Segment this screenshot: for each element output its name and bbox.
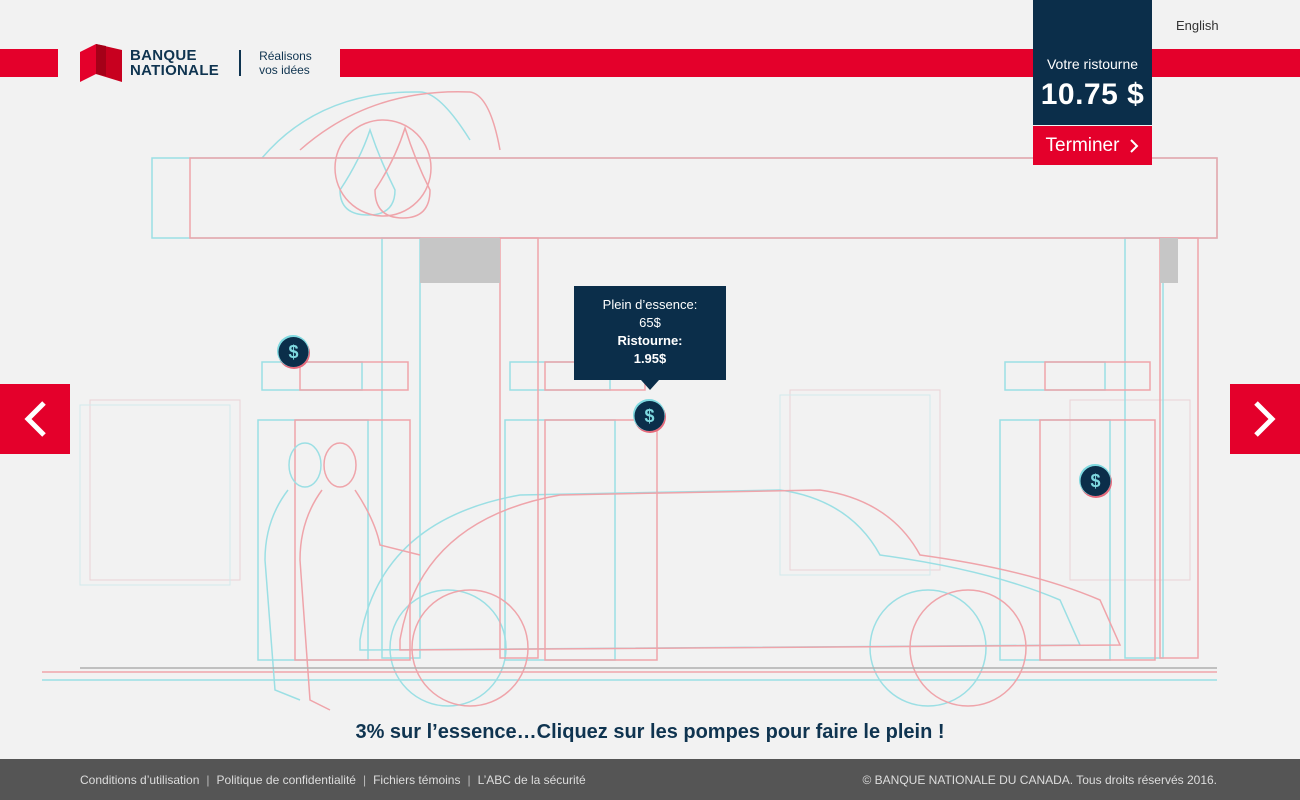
footer-link-privacy[interactable]: Politique de confidentialité [217,773,356,787]
coin-symbol: $ [288,342,298,362]
footer-link-security[interactable]: L’ABC de la sécurité [478,773,586,787]
pump-tooltip: Plein d’essence: 65$ Ristourne: 1.95$ [574,286,726,380]
finish-button-label: Terminer [1045,134,1120,156]
rebate-label: Votre ristourne [1046,56,1139,72]
tooltip-rebate-value: 1.95$ [633,351,667,366]
logo-separator [239,50,242,76]
tooltip-fill-value: 65$ [639,315,661,330]
footer-separator: | [206,773,210,787]
bank-name: BANQUE NATIONALE [130,48,219,78]
tooltip-fill-label: Plein d’essence: [602,297,698,312]
next-slide-button[interactable] [1230,384,1300,454]
tooltip-arrow [641,380,659,390]
header-red-bar-right [340,49,1300,77]
previous-slide-button[interactable] [0,384,70,454]
coin-symbol: $ [644,406,654,426]
bank-name-line2: NATIONALE [130,62,220,79]
chevron-right-icon [1254,401,1276,437]
bank-logo-icon [80,44,122,82]
coin-symbol: $ [1090,471,1100,491]
footer-separator: | [362,773,367,787]
pump-coin-button-2[interactable]: $ [632,398,668,434]
language-link[interactable]: English [1176,18,1219,33]
footer: Conditions d’utilisation | Politique de … [0,759,1300,800]
pump-coin-button-1[interactable]: $ [276,334,312,370]
footer-link-cookies[interactable]: Fichiers témoins [373,773,460,787]
footer-link-terms[interactable]: Conditions d’utilisation [80,773,199,787]
dollar-coin-icon: $ [277,335,310,369]
tagline-line1: Réalisons [259,49,312,63]
pump-coin-button-3[interactable]: $ [1078,463,1114,499]
rebate-panel: Votre ristourne 10.75 $ [1033,0,1152,125]
copyright: © BANQUE NATIONALE DU CANADA. Tous droit… [862,773,1217,787]
bank-tagline: Réalisons vos idées [259,49,312,77]
chevron-left-icon [24,401,46,437]
bank-logo[interactable]: BANQUE NATIONALE Réalisons vos idées [80,44,312,82]
footer-links: Conditions d’utilisation | Politique de … [80,773,586,787]
tooltip-rebate-label: Ristourne: [617,333,683,348]
dollar-coin-icon: $ [1079,464,1112,498]
dollar-coin-icon: $ [633,399,666,433]
instruction-text: 3% sur l’essence…Cliquez sur les pompes … [355,721,945,743]
header-red-bar-left [0,49,58,77]
chevron-right-icon [1130,138,1139,153]
bank-name-line1: BANQUE [130,47,197,64]
finish-button[interactable]: Terminer [1033,126,1152,165]
tagline-line2: vos idées [259,63,310,77]
footer-separator: | [467,773,471,787]
rebate-value: 10.75 $ [1040,78,1145,111]
